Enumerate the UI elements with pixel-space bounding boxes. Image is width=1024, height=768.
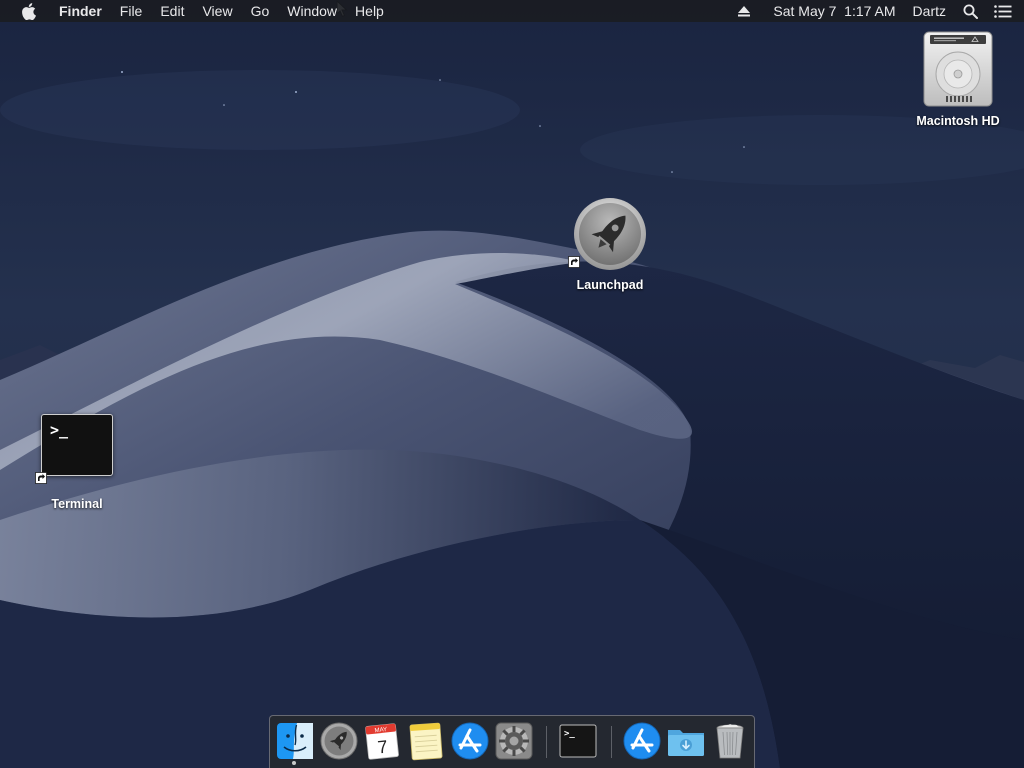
calendar-day-text: 7 <box>377 736 389 757</box>
eject-icon <box>738 5 751 16</box>
desktop-icon-macintosh-hd[interactable]: Macintosh HD <box>903 30 1013 128</box>
alias-arrow-icon <box>35 472 47 484</box>
notes-icon <box>409 722 443 761</box>
dock-item-app-store[interactable] <box>450 721 490 761</box>
desktop-icon-label: Terminal <box>51 497 103 511</box>
desktop-icon-terminal[interactable]: >_ Terminal <box>27 410 127 511</box>
menu-bar: Finder File Edit View Go Window Help Sat… <box>0 0 1024 22</box>
dock: MAY 7 >_ <box>269 715 755 768</box>
notification-center-icon <box>994 4 1012 18</box>
terminal-icon: >_ <box>41 414 113 476</box>
menu-go[interactable]: Go <box>242 0 279 22</box>
fast-user-switching[interactable]: Dartz <box>913 0 946 22</box>
apple-icon <box>21 2 36 20</box>
wallpaper <box>0 0 1024 768</box>
menu-finder[interactable]: Finder <box>50 0 111 22</box>
dock-item-app-store-stack[interactable] <box>622 721 662 761</box>
dock-running-indicator <box>292 761 296 765</box>
desktop-icon-launchpad[interactable]: Launchpad <box>560 196 660 292</box>
dock-item-trash[interactable] <box>710 721 750 761</box>
app-store-icon <box>451 722 489 760</box>
downloads-folder-icon <box>668 730 704 756</box>
menu-view[interactable]: View <box>193 0 241 22</box>
dock-divider <box>611 726 612 758</box>
dock-item-notes[interactable] <box>406 721 446 761</box>
menu-window[interactable]: Window <box>278 0 346 22</box>
menu-edit[interactable]: Edit <box>151 0 193 22</box>
dock-divider <box>546 726 547 758</box>
dock-item-finder[interactable] <box>275 721 315 761</box>
calendar-icon: MAY 7 <box>365 723 399 760</box>
terminal-icon-wrap: >_ <box>35 414 113 484</box>
spotlight-search-icon <box>963 4 978 19</box>
spotlight-button[interactable] <box>960 0 980 22</box>
menu-bar-status: Sat May 7 1:17 AM Dartz <box>733 0 1024 22</box>
dock-terminal-prompt: >_ <box>564 729 575 739</box>
desktop[interactable]: Finder File Edit View Go Window Help Sat… <box>0 0 1024 768</box>
desktop-icon-label: Macintosh HD <box>916 114 1000 128</box>
menu-bar-left: Finder File Edit View Go Window Help <box>0 0 393 22</box>
menu-help[interactable]: Help <box>346 0 393 22</box>
trash-icon <box>716 724 744 759</box>
finder-icon <box>277 723 313 759</box>
dock-item-system-preferences[interactable] <box>494 721 534 761</box>
dock-item-launchpad[interactable] <box>319 721 359 761</box>
terminal-icon: >_ <box>559 724 597 758</box>
launchpad-rocket-icon <box>320 722 358 760</box>
launchpad-icon-wrap <box>568 196 648 272</box>
launchpad-rocket-icon <box>574 198 646 270</box>
menu-file[interactable]: File <box>111 0 152 22</box>
menu-clock[interactable]: Sat May 7 1:17 AM <box>773 0 895 22</box>
desktop-icon-label: Launchpad <box>576 278 644 292</box>
dock-item-downloads[interactable] <box>666 721 706 761</box>
dock-item-calendar[interactable]: MAY 7 <box>362 721 402 761</box>
gear-icon <box>495 722 533 760</box>
apple-menu[interactable] <box>0 0 50 22</box>
dock-item-terminal[interactable]: >_ <box>558 721 598 761</box>
terminal-prompt: >_ <box>50 421 69 439</box>
eject-status-item[interactable] <box>733 0 755 22</box>
hard-drive-icon <box>923 31 993 107</box>
alias-arrow-icon <box>568 256 580 268</box>
app-store-icon <box>623 722 661 760</box>
notification-center-button[interactable] <box>992 0 1014 22</box>
